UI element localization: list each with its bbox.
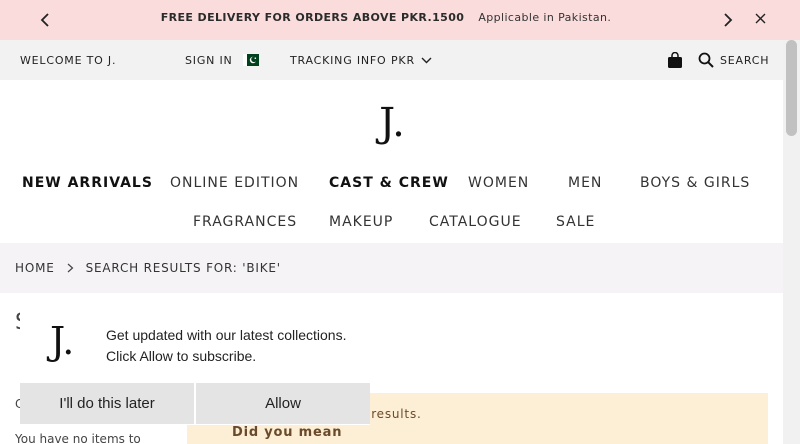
nav-fragrances[interactable]: FRAGRANCES [193,214,297,230]
promo-subtext: Applicable in Pakistan. [478,10,612,24]
breadcrumb-chevron-icon [67,263,74,273]
tracking-info-link[interactable]: TRACKING INFO [290,40,387,80]
chevron-down-icon [421,57,432,64]
breadcrumb-home[interactable]: HOME [15,261,55,275]
nav-boys-girls[interactable]: BOYS & GIRLS [640,175,750,191]
nav-catalogue[interactable]: CATALOGUE [429,214,522,230]
country-flag[interactable] [243,40,259,80]
sign-in-link[interactable]: SIGN IN [185,40,233,80]
chevron-right-icon [724,13,733,27]
pakistan-flag-icon [243,54,259,66]
breadcrumb: HOME SEARCH RESULTS FOR: 'BIKE' [0,243,783,293]
search-icon [698,52,714,68]
promo-close-button[interactable] [749,0,771,38]
nav-makeup[interactable]: MAKEUP [329,214,393,230]
scrollbar-thumb[interactable] [786,40,797,136]
search-button[interactable]: SEARCH [698,40,769,80]
sidebar-empty-text: You have no items to [15,432,141,444]
popup-line-2: Click Allow to subscribe. [106,348,257,364]
popup-line-1: Get updated with our latest collections. [106,327,347,343]
allow-button[interactable]: Allow [196,383,370,424]
promo-bar: FREE DELIVERY FOR ORDERS ABOVE PKR.1500 … [0,0,800,40]
search-label: SEARCH [720,53,770,67]
popup-message: Get updated with our latest collections.… [106,325,366,367]
welcome-text: WELCOME TO J. [20,53,117,67]
promo-headline: FREE DELIVERY FOR ORDERS ABOVE PKR.1500 [160,10,465,24]
popup-logo: J. [50,319,75,363]
push-subscribe-popup: J. Get updated with our latest collectio… [20,305,370,425]
breadcrumb-current: SEARCH RESULTS FOR: 'BIKE' [85,261,281,275]
nav-men[interactable]: MEN [568,175,602,191]
nav-new-arrivals[interactable]: NEW ARRIVALS [22,175,153,191]
nav-cast-crew[interactable]: CAST & CREW [329,175,449,191]
utility-bar: WELCOME TO J. SIGN IN TRACKING INFO PKR … [0,40,783,80]
nav-women[interactable]: WOMEN [468,175,529,191]
currency-label: PKR [391,53,415,67]
page-scrollbar[interactable] [783,40,800,444]
currency-selector[interactable]: PKR [391,40,432,80]
brand-logo[interactable]: J. [372,100,412,146]
did-you-mean-label: Did you mean [232,425,343,440]
shopping-bag-icon [668,51,682,68]
promo-message: FREE DELIVERY FOR ORDERS ABOVE PKR.1500 … [0,0,772,34]
promo-next-button[interactable] [717,0,739,40]
close-icon [755,13,765,23]
later-button[interactable]: I'll do this later [20,383,194,424]
nav-online-edition[interactable]: ONLINE EDITION [170,175,299,191]
cart-button[interactable] [667,40,683,80]
nav-sale[interactable]: SALE [556,214,595,230]
